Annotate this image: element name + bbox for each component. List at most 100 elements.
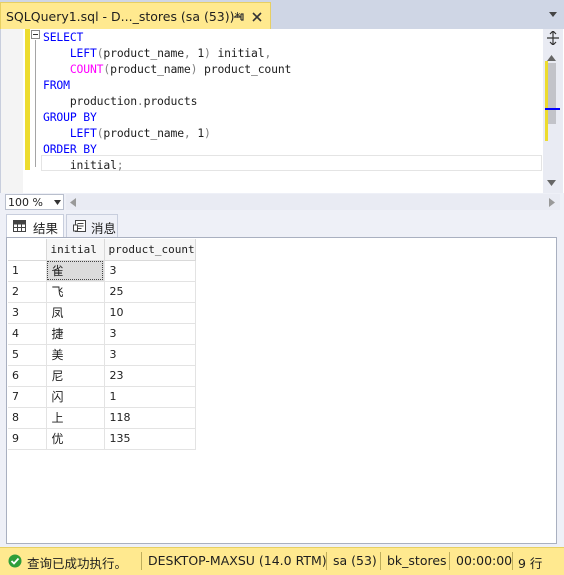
cell-product-count[interactable]: 1 bbox=[104, 386, 196, 408]
scroll-down-icon[interactable] bbox=[547, 180, 556, 186]
status-message: 查询已成功执行。 bbox=[27, 556, 128, 571]
code-token: , bbox=[264, 46, 272, 60]
cell-initial[interactable]: 尼 bbox=[46, 365, 105, 387]
code-line[interactable]: SELECT bbox=[43, 29, 291, 45]
code-token: ORDER BY bbox=[43, 142, 97, 156]
code-line[interactable]: initial; bbox=[43, 157, 291, 173]
code-token: GROUP BY bbox=[43, 110, 97, 124]
row-number[interactable]: 5 bbox=[8, 344, 47, 366]
grid-header-row: initial product_count bbox=[8, 239, 196, 261]
document-tab-title: SQLQuery1.sql - D..._stores (sa (53))* bbox=[6, 9, 241, 24]
row-number[interactable]: 7 bbox=[8, 386, 47, 408]
table-row[interactable]: 4捷3 bbox=[8, 323, 196, 345]
tab-messages-label: 消息 bbox=[91, 221, 117, 236]
grid-icon bbox=[13, 220, 26, 232]
table-row[interactable]: 8 上 118 bbox=[8, 407, 196, 429]
code-token: ; bbox=[116, 158, 124, 172]
scroll-left-icon[interactable] bbox=[70, 198, 76, 207]
sql-code[interactable]: SELECT LEFT(product_name, 1) initial, CO… bbox=[43, 29, 291, 173]
zoom-value: 100 % bbox=[8, 196, 43, 209]
table-row[interactable]: 5美3 bbox=[8, 344, 196, 366]
column-header-initial[interactable]: initial bbox=[46, 239, 105, 261]
cell-product-count[interactable]: 25 bbox=[104, 281, 196, 303]
document-tab[interactable]: SQLQuery1.sql - D..._stores (sa (53))* bbox=[0, 2, 271, 29]
results-grid-area[interactable]: initial product_count 1 雀 3 2 飞 25 3 凤 10 4 捷 3 5 美 3 6… bbox=[6, 237, 557, 544]
cell-product-count[interactable]: 23 bbox=[104, 365, 196, 387]
row-number[interactable]: 3 bbox=[8, 302, 47, 324]
cell-product-count[interactable]: 135 bbox=[104, 428, 196, 450]
table-row[interactable]: 2 飞 25 bbox=[8, 281, 196, 303]
status-separator bbox=[512, 552, 513, 570]
status-user: sa (53) bbox=[333, 553, 377, 568]
pin-icon[interactable] bbox=[232, 10, 246, 24]
tab-messages[interactable]: 消息 bbox=[66, 214, 118, 237]
row-number[interactable]: 6 bbox=[8, 365, 47, 387]
results-grid[interactable]: initial product_count 1 雀 3 2 飞 25 3 凤 10 4 捷 3 5 美 3 6… bbox=[8, 239, 196, 450]
cell-initial[interactable]: 飞 bbox=[46, 281, 105, 303]
status-row-count: 9 行 bbox=[518, 556, 543, 571]
code-line[interactable]: LEFT(product_name, 1) bbox=[43, 125, 291, 141]
cell-product-count[interactable]: 3 bbox=[104, 344, 196, 366]
cell-initial[interactable]: 雀 bbox=[46, 260, 105, 282]
row-number[interactable]: 2 bbox=[8, 281, 47, 303]
zoom-bar: 100 % bbox=[0, 193, 564, 211]
cell-initial[interactable]: 美 bbox=[46, 344, 105, 366]
row-number[interactable]: 1 bbox=[8, 260, 47, 282]
row-number[interactable]: 9 bbox=[8, 428, 47, 450]
tab-list-dropdown-icon[interactable] bbox=[548, 11, 558, 18]
code-token: product_count bbox=[197, 62, 292, 76]
code-line[interactable]: ORDER BY bbox=[43, 141, 291, 157]
cell-product-count[interactable]: 3 bbox=[104, 260, 196, 282]
collapse-icon[interactable] bbox=[31, 30, 40, 39]
close-icon[interactable] bbox=[251, 11, 263, 23]
zoom-select[interactable]: 100 % bbox=[5, 194, 64, 210]
cell-product-count[interactable]: 3 bbox=[104, 323, 196, 345]
cell-product-count[interactable]: 118 bbox=[104, 407, 196, 429]
cell-initial[interactable]: 凤 bbox=[46, 302, 105, 324]
code-token: product_name bbox=[103, 126, 184, 140]
code-token: LEFT bbox=[69, 46, 97, 60]
row-number-header[interactable] bbox=[8, 239, 47, 261]
split-icon bbox=[547, 31, 559, 45]
cell-initial[interactable]: 闪 bbox=[46, 386, 105, 408]
cell-initial[interactable]: 上 bbox=[46, 407, 105, 429]
cell-initial[interactable]: 优 bbox=[46, 428, 105, 450]
code-line[interactable]: production.products bbox=[43, 93, 291, 109]
cell-product-count[interactable]: 10 bbox=[104, 302, 196, 324]
code-line[interactable]: FROM bbox=[43, 77, 291, 93]
editor-vertical-scrollbar[interactable] bbox=[543, 29, 563, 193]
tab-results[interactable]: 结果 bbox=[6, 214, 64, 238]
table-row[interactable]: 9 优 135 bbox=[8, 428, 196, 450]
code-token: , bbox=[183, 126, 198, 140]
code-token: production bbox=[43, 94, 137, 108]
scroll-right-icon[interactable] bbox=[549, 198, 555, 207]
code-token: LEFT bbox=[69, 126, 97, 140]
row-number[interactable]: 8 bbox=[8, 407, 47, 429]
code-token: FROM bbox=[43, 78, 70, 92]
status-separator bbox=[449, 552, 450, 570]
status-elapsed: 00:00:00 bbox=[456, 553, 513, 568]
table-row[interactable]: 1雀3 bbox=[8, 260, 196, 282]
status-bar: 查询已成功执行。 DESKTOP-MAXSU (14.0 RTM) sa (53… bbox=[0, 547, 564, 575]
split-window-button[interactable] bbox=[544, 29, 562, 47]
code-line[interactable]: COUNT(product_name) product_count bbox=[43, 61, 292, 77]
query-editor[interactable]: SELECT LEFT(product_name, 1) initial, CO… bbox=[0, 29, 564, 193]
code-line[interactable]: LEFT(product_name, 1) initial, bbox=[43, 45, 291, 61]
code-token: initial bbox=[210, 46, 265, 60]
scroll-thumb[interactable] bbox=[548, 63, 556, 124]
table-row[interactable]: 6 尼 23 bbox=[8, 365, 196, 387]
code-token: COUNT bbox=[69, 62, 104, 76]
cell-initial[interactable]: 捷 bbox=[46, 323, 105, 345]
table-row[interactable]: 7闪1 bbox=[8, 386, 196, 408]
code-token: product_name bbox=[103, 46, 184, 60]
table-row[interactable]: 3 凤 10 bbox=[8, 302, 196, 324]
code-token: , bbox=[183, 46, 198, 60]
scroll-up-icon[interactable] bbox=[547, 55, 556, 61]
scroll-caret-marker bbox=[545, 108, 560, 110]
editor-horizontal-scrollbar[interactable] bbox=[66, 194, 560, 210]
code-line[interactable]: GROUP BY bbox=[43, 109, 291, 125]
column-header-product-count[interactable]: product_count bbox=[104, 239, 196, 261]
code-token: SELECT bbox=[43, 30, 84, 44]
row-number[interactable]: 4 bbox=[8, 323, 47, 345]
